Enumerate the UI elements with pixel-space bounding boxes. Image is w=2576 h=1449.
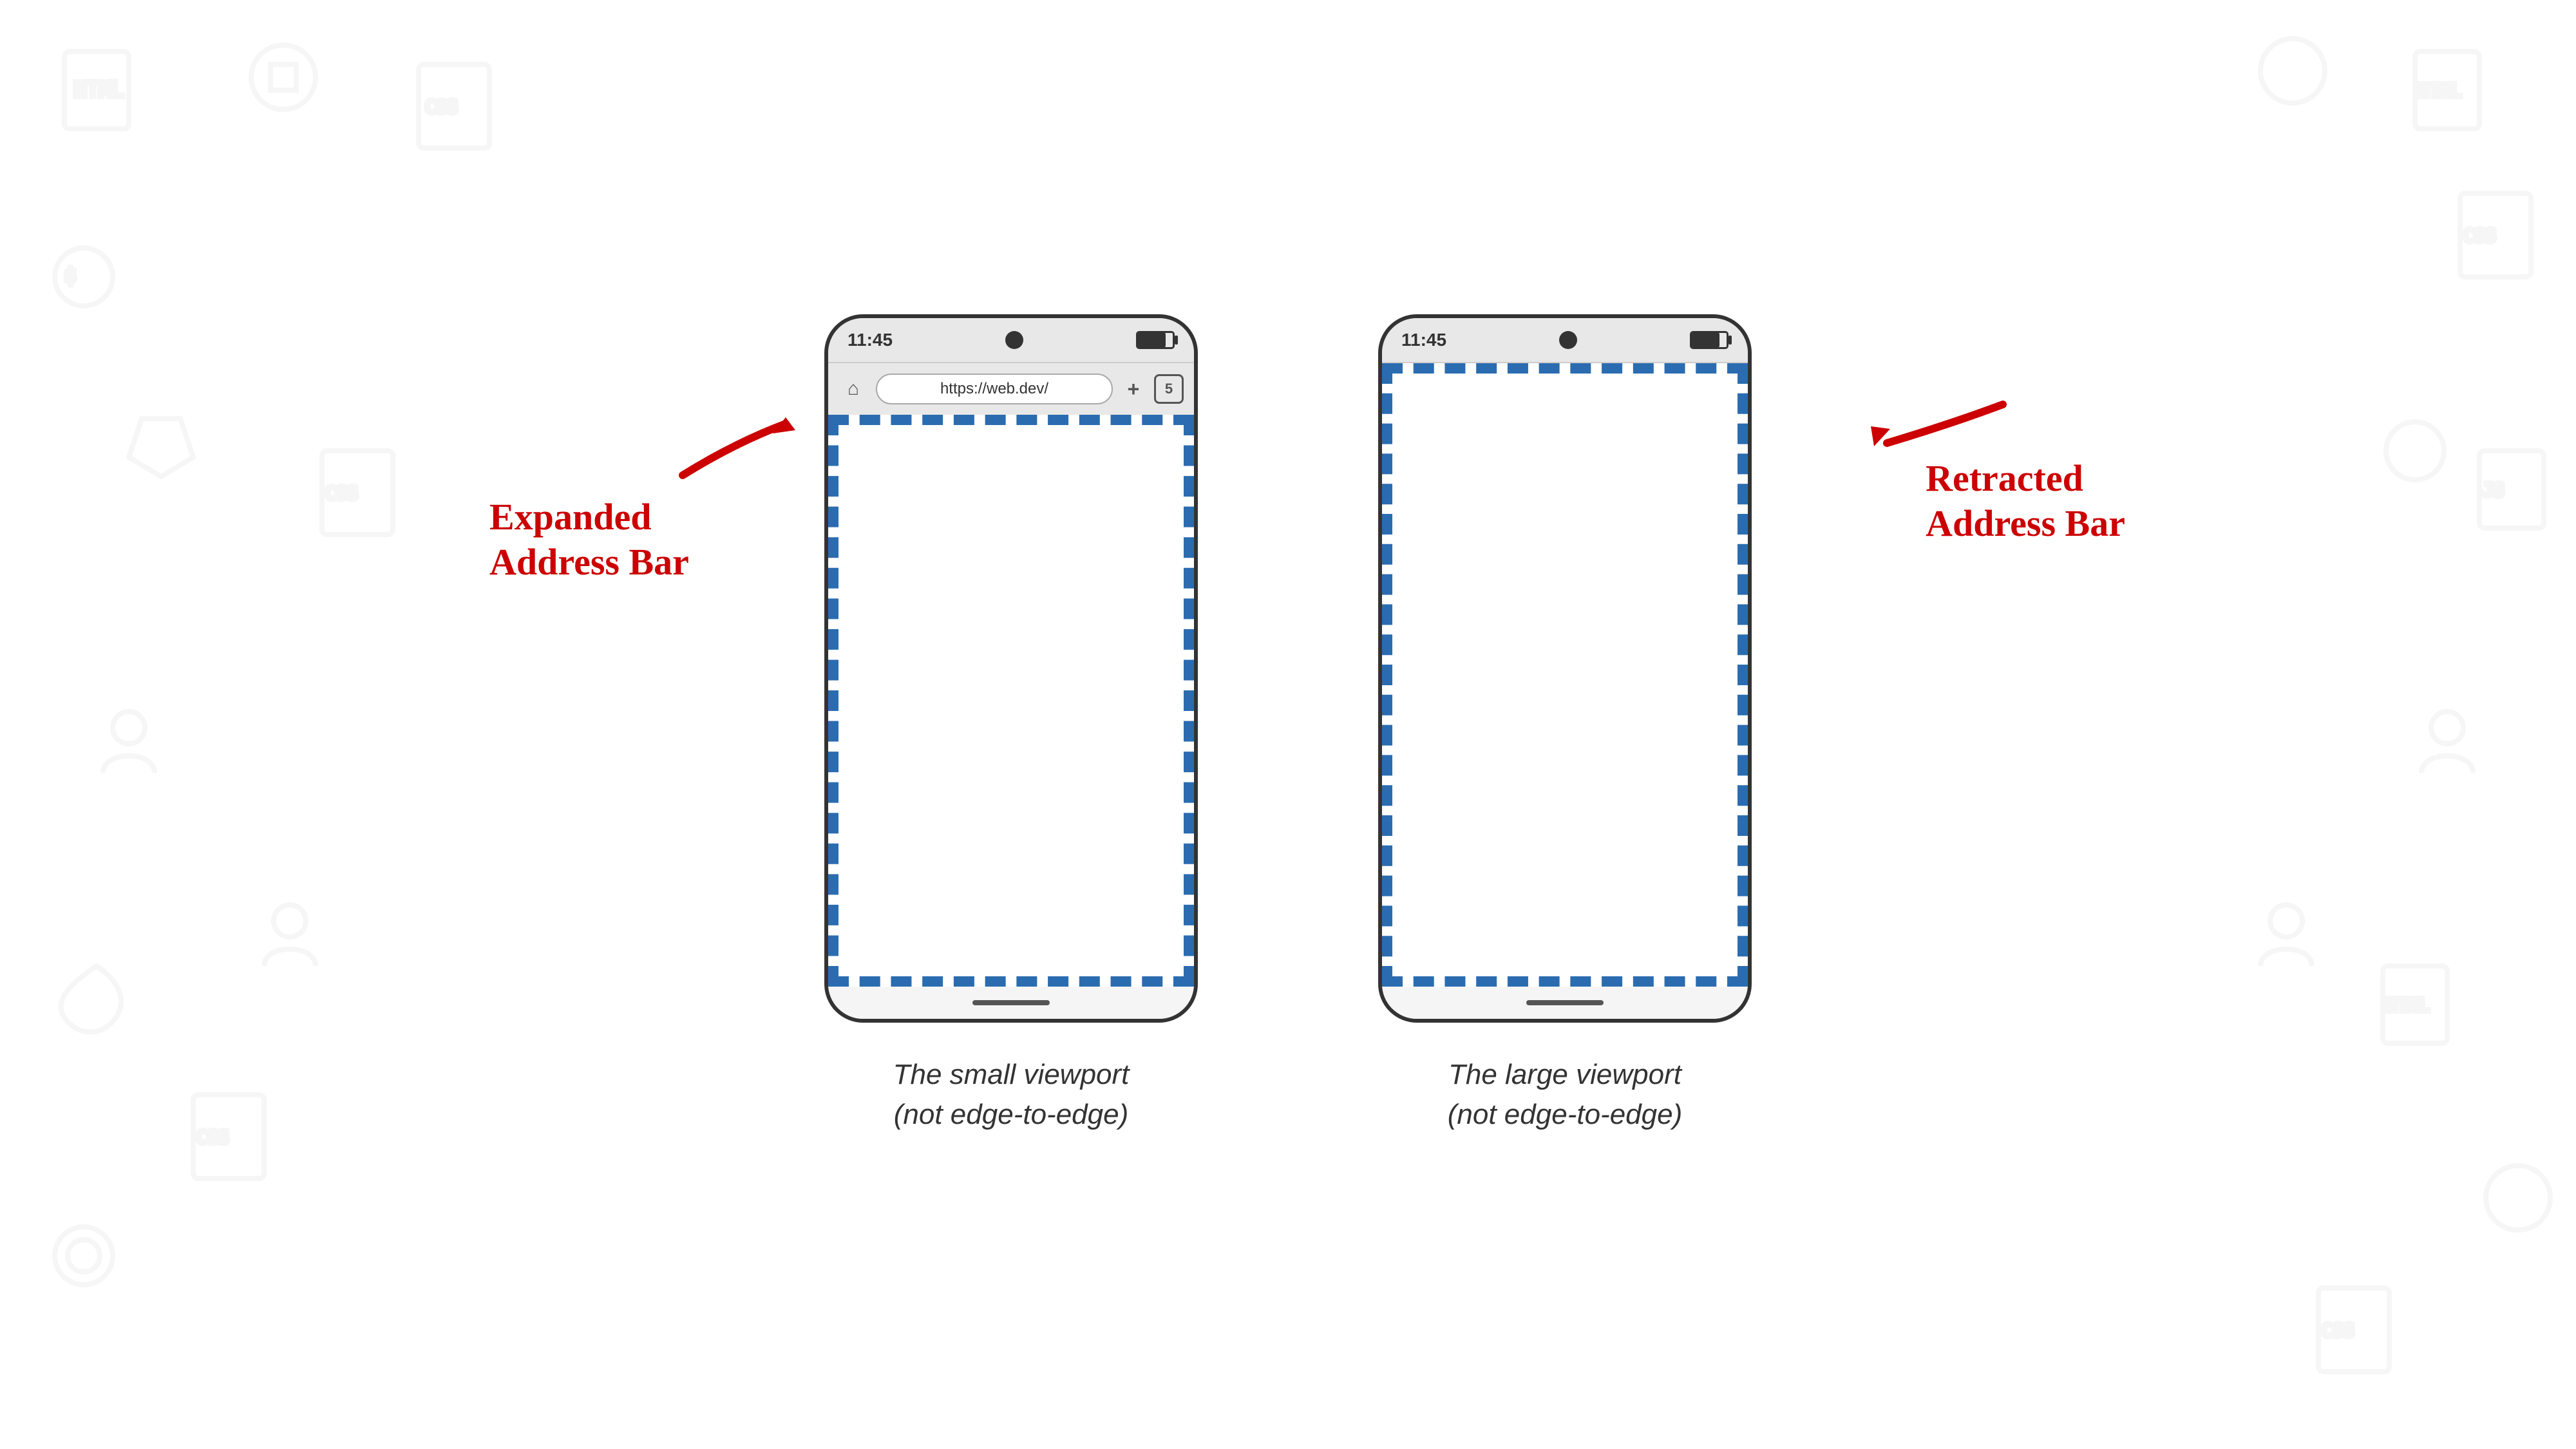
phones-row: 11:45 ⌂ https://web.dev/ + 5 — [824, 314, 1752, 1134]
phone-right: 11:45 — [1378, 314, 1752, 1023]
add-tab-button: + — [1121, 376, 1146, 402]
camera-left — [1005, 331, 1023, 349]
address-bar-left: ⌂ https://web.dev/ + 5 — [828, 363, 1194, 415]
phone-bottom-right — [1382, 987, 1748, 1019]
dashed-border-right — [1382, 363, 1748, 987]
battery-right — [1690, 331, 1728, 349]
url-text: https://web.dev/ — [940, 380, 1048, 398]
battery-fill-right — [1692, 333, 1719, 347]
phone-right-container: 11:45 The large viewport — [1378, 314, 1752, 1134]
home-icon: ⌂ — [838, 374, 868, 404]
battery-fill-left — [1138, 333, 1166, 347]
main-content: 11:45 ⌂ https://web.dev/ + 5 — [0, 0, 2576, 1449]
viewport-area-right — [1382, 363, 1748, 987]
retracted-address-bar-annotation: Retracted Address Bar — [1926, 456, 2125, 545]
annotation-retracted-line1: Retracted — [1926, 457, 2083, 499]
phone-left-label: The small viewport (not edge-to-edge) — [893, 1055, 1130, 1134]
bottom-indicator-right — [1526, 1000, 1604, 1005]
viewport-area-left — [828, 415, 1194, 987]
phone-right-label: The large viewport (not edge-to-edge) — [1448, 1055, 1682, 1134]
phone-bottom-left — [828, 987, 1194, 1019]
status-bar-right: 11:45 — [1382, 318, 1748, 363]
status-time-left: 11:45 — [848, 330, 893, 350]
phone-right-label-line2: (not edge-to-edge) — [1448, 1099, 1682, 1130]
status-bar-left: 11:45 — [828, 318, 1194, 363]
annotation-retracted-line2: Address Bar — [1926, 502, 2125, 544]
battery-left — [1136, 331, 1175, 349]
phone-left-label-line1: The small viewport — [893, 1059, 1130, 1090]
tab-count: 5 — [1154, 374, 1184, 404]
phone-left: 11:45 ⌂ https://web.dev/ + 5 — [824, 314, 1198, 1023]
phone-right-label-line1: The large viewport — [1448, 1059, 1681, 1090]
phone-left-label-line2: (not edge-to-edge) — [894, 1099, 1128, 1130]
url-bar: https://web.dev/ — [876, 374, 1113, 404]
bottom-indicator-left — [972, 1000, 1050, 1005]
dashed-border-left — [828, 415, 1194, 987]
camera-right — [1559, 331, 1577, 349]
annotation-expanded-line1: Expanded — [489, 496, 651, 538]
expanded-address-bar-annotation: Expanded Address Bar — [489, 495, 689, 584]
phone-left-container: 11:45 ⌂ https://web.dev/ + 5 — [824, 314, 1198, 1134]
status-time-right: 11:45 — [1401, 330, 1446, 350]
annotation-expanded-line2: Address Bar — [489, 541, 689, 583]
